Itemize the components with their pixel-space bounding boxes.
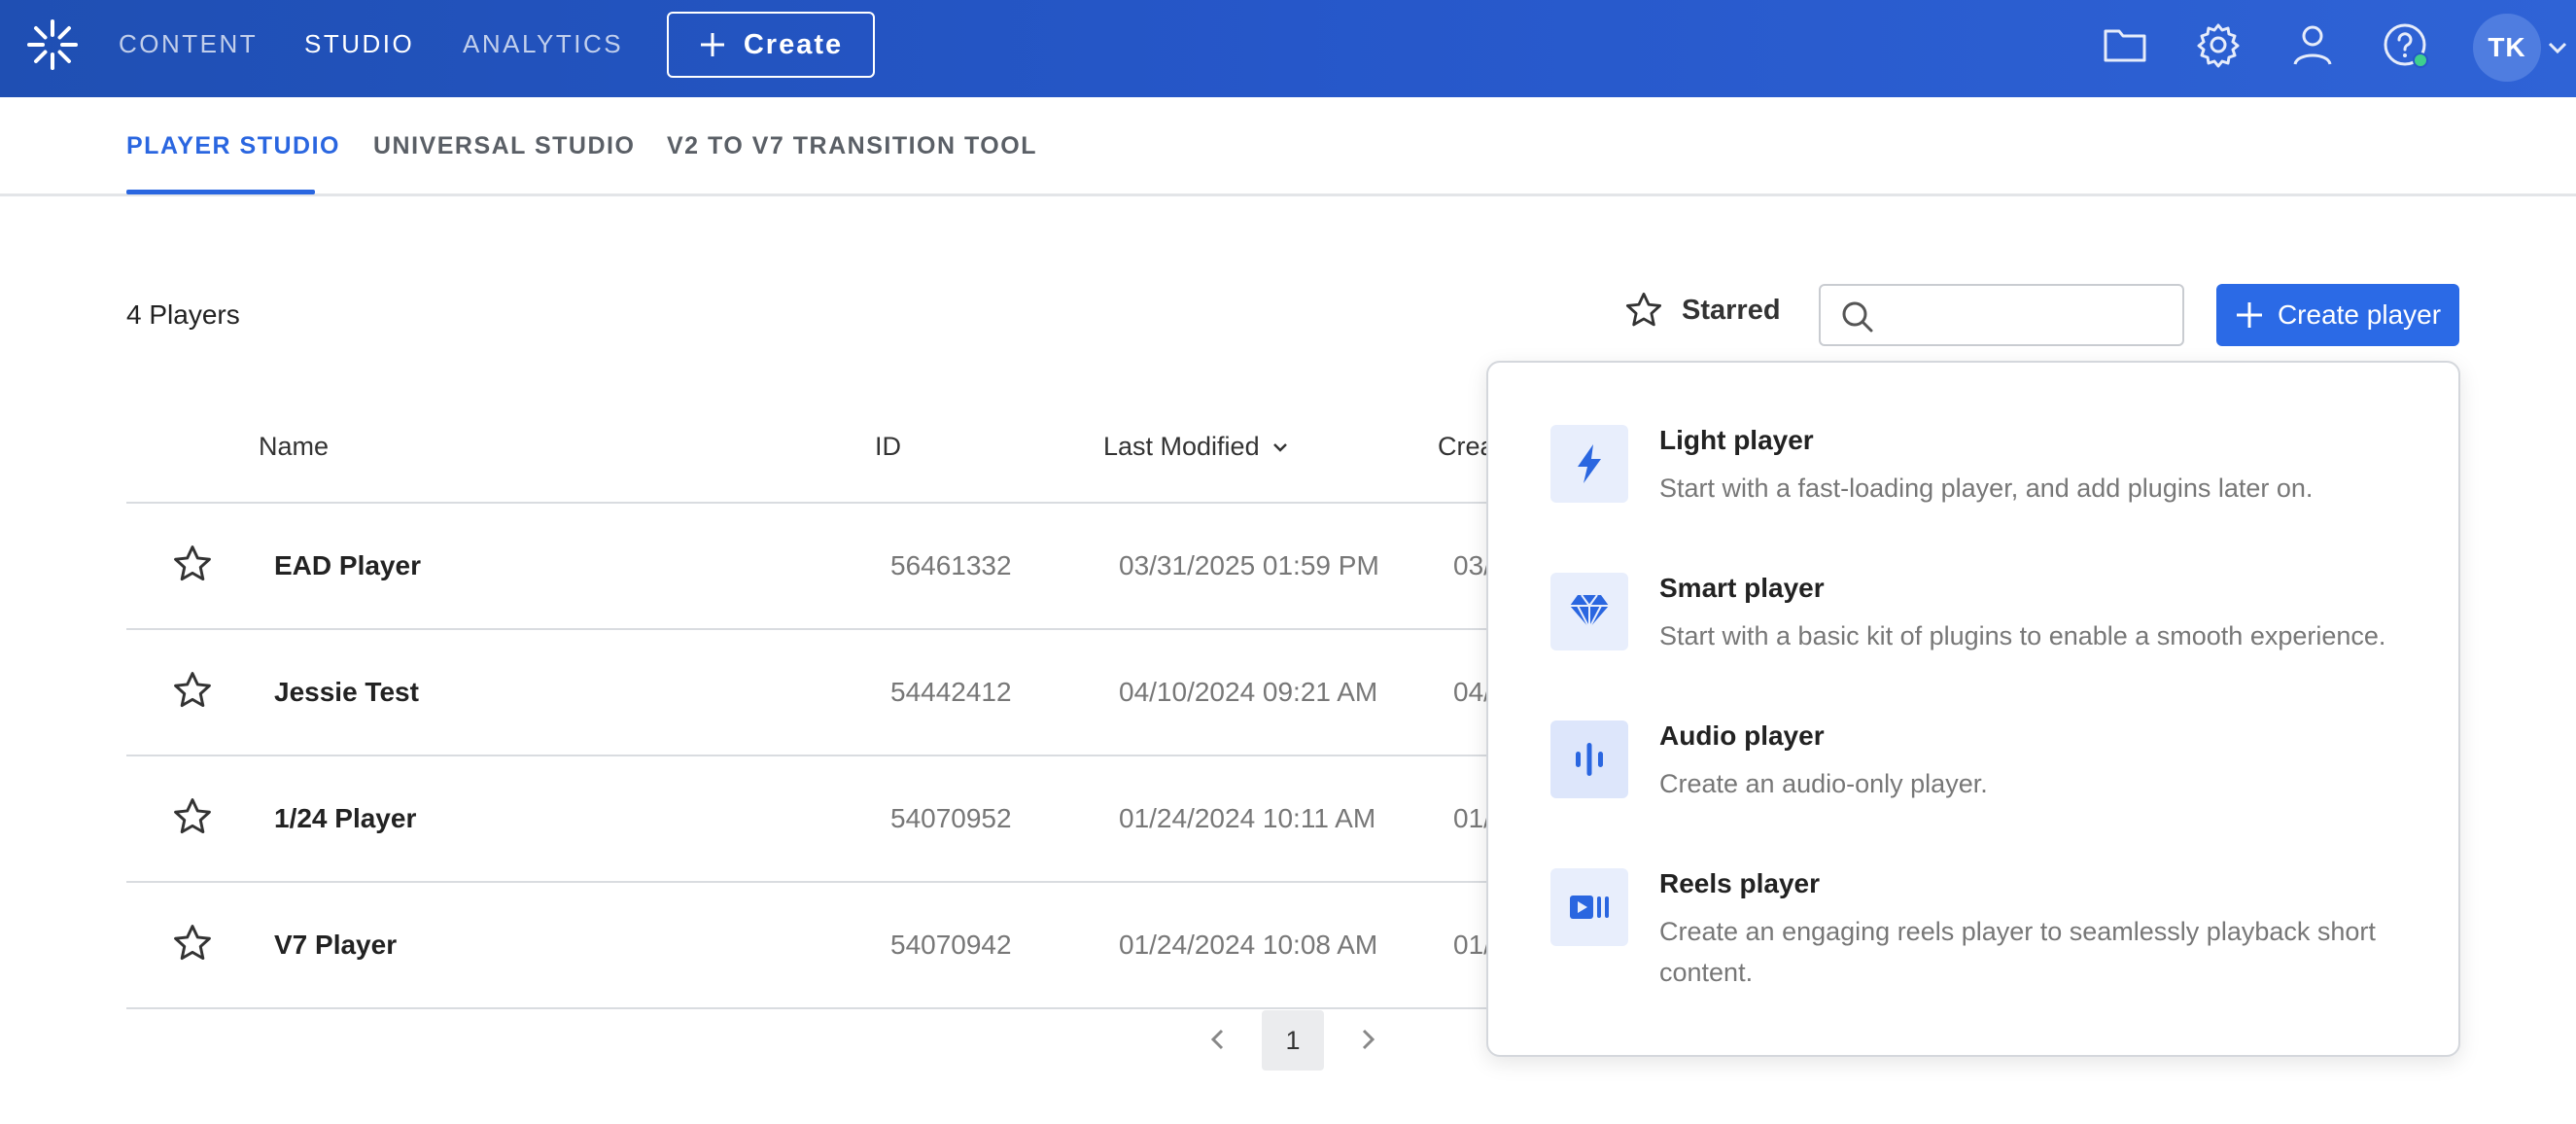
menu-item-title: Audio player [1659,720,1825,751]
row-divider [126,628,1487,630]
tab-universal-studio[interactable]: UNIVERSAL STUDIO [373,132,635,160]
help-icon[interactable] [2382,21,2428,68]
table-header-divider [126,502,1487,504]
active-tab-indicator [126,190,315,194]
menu-item-description: Create an engaging reels player to seaml… [1659,917,2376,987]
create-button[interactable]: Create [667,12,875,78]
gear-icon[interactable] [2195,21,2242,68]
menu-item-title: Light player [1659,425,1814,455]
chevron-left-icon[interactable] [1203,1025,1233,1054]
search-box [1819,284,2184,346]
nav-studio[interactable]: STUDIO [304,29,414,59]
top-navigation-bar: CONTENT STUDIO ANALYTICS Create TK [0,0,2576,97]
star-outline-icon[interactable] [171,669,214,712]
create-button-label: Create [743,28,844,60]
row-name[interactable]: Jessie Test [274,677,419,708]
row-last-modified: 01/24/2024 10:11 AM [1119,803,1376,833]
row-divider [126,1007,1487,1009]
star-outline-icon[interactable] [171,543,214,585]
studio-subtabs: PLAYER STUDIO UNIVERSAL STUDIO V2 TO V7 … [0,97,2576,196]
row-id: 54442412 [890,677,1012,707]
row-divider [126,881,1487,883]
menu-item-description: Start with a basic kit of plugins to ena… [1659,621,2386,650]
star-outline-icon[interactable] [171,922,214,965]
menu-item-description: Start with a fast-loading player, and ad… [1659,474,2314,503]
search-icon [1842,301,1873,333]
column-header-id[interactable]: ID [875,432,901,462]
diamond-icon [1550,573,1628,650]
row-id: 54070942 [890,930,1012,960]
tab-v2-to-v7-transition-tool[interactable]: V2 TO V7 TRANSITION TOOL [667,132,1037,160]
folder-icon[interactable] [2102,21,2148,68]
row-name[interactable]: 1/24 Player [274,803,416,834]
nav-analytics[interactable]: ANALYTICS [463,29,623,59]
sort-chevron-down-icon [1272,442,1287,452]
plus-icon [2236,302,2262,328]
chevron-right-icon[interactable] [1353,1025,1382,1054]
star-outline-icon[interactable] [171,795,214,838]
column-header-last-modified[interactable]: Last Modified [1103,432,1289,462]
menu-item-audio-player[interactable]: Audio player Create an audio-only player… [1547,720,2421,847]
reels-icon [1550,868,1628,946]
search-input[interactable] [1885,294,2167,336]
starred-filter[interactable]: Starred [1623,290,1781,331]
create-player-label: Create player [2277,299,2442,330]
create-player-button[interactable]: Create player [2216,284,2459,346]
menu-item-smart-player[interactable]: Smart player Start with a basic kit of p… [1547,573,2421,699]
row-last-modified: 03/31/2025 01:59 PM [1119,550,1379,580]
kaltura-logo-icon[interactable] [25,18,80,72]
menu-item-light-player[interactable]: Light player Start with a fast-loading p… [1547,425,2421,551]
chevron-down-icon[interactable] [2545,35,2570,60]
tab-player-studio[interactable]: PLAYER STUDIO [126,132,340,160]
lightning-icon [1550,425,1628,503]
row-divider [126,755,1487,756]
avatar[interactable]: TK [2473,14,2541,82]
user-icon[interactable] [2289,21,2336,68]
audio-bars-icon [1550,720,1628,798]
column-header-name[interactable]: Name [259,432,329,462]
row-name[interactable]: V7 Player [274,930,397,961]
column-header-last-modified-label: Last Modified [1103,432,1260,461]
row-id: 56461332 [890,550,1012,580]
menu-item-description: Create an audio-only player. [1659,769,1988,798]
players-count: 4 Players [126,299,240,330]
row-last-modified: 04/10/2024 09:21 AM [1119,677,1378,707]
menu-item-title: Smart player [1659,573,1825,603]
nav-content[interactable]: CONTENT [119,29,258,59]
row-last-modified: 01/24/2024 10:08 AM [1119,930,1378,960]
starred-label: Starred [1682,294,1781,326]
star-outline-icon [1625,292,1662,327]
menu-item-reels-player[interactable]: Reels player Create an engaging reels pl… [1547,868,2421,995]
row-name[interactable]: EAD Player [274,550,421,581]
row-id: 54070952 [890,803,1012,833]
page-number-button[interactable]: 1 [1262,1010,1324,1071]
plus-icon [700,33,724,56]
menu-item-title: Reels player [1659,868,1820,898]
column-header-created[interactable]: Crea [1438,432,1486,462]
create-player-menu: Light player Start with a fast-loading p… [1486,361,2460,1057]
